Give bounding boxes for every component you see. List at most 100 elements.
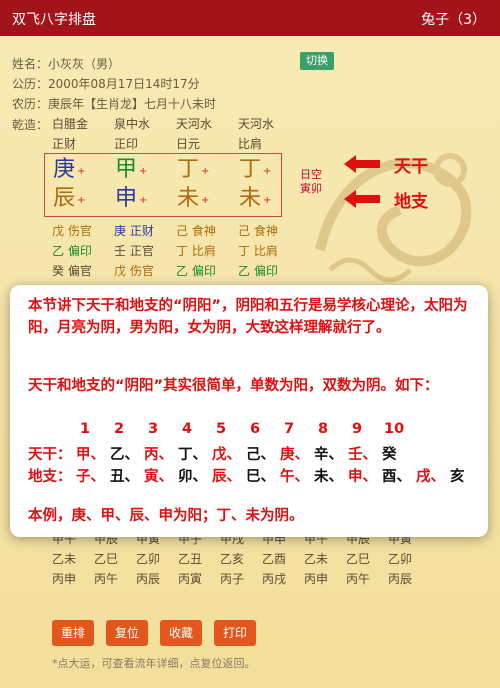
dizhi-item: 酉、 <box>382 469 411 485</box>
hidden-stem: 己 食神 <box>176 224 216 238</box>
kongwang-line1: 日空 <box>300 168 322 181</box>
dayun-cell[interactable]: 乙丑 <box>178 550 220 567</box>
number-5: 5 <box>216 421 227 437</box>
dayun-cell[interactable]: 丙辰 <box>388 570 430 587</box>
tiangan-item: 庚、 <box>280 447 309 463</box>
dizhi-item: 子、 <box>76 469 105 485</box>
dizhi-item: 寅、 <box>144 469 173 485</box>
hidden-stem: 乙 偏印 <box>238 264 278 278</box>
nayin-day: 天河水 <box>176 117 213 131</box>
dayun-cell[interactable]: 丙申 <box>52 570 94 587</box>
hidden-stem: 乙 偏印 <box>52 244 92 258</box>
hidden-stem: 壬 正官 <box>114 244 154 258</box>
switch-button[interactable]: 切换 <box>300 52 334 70</box>
dizhi-item: 申、 <box>348 469 377 485</box>
hidden-stem: 庚 正财 <box>114 224 154 238</box>
tiangan-item: 己、 <box>246 447 275 463</box>
tiangan-item: 丙、 <box>144 447 173 463</box>
dayun-cell[interactable]: 丙申 <box>304 570 346 587</box>
number-9: 9 <box>352 421 363 437</box>
kongwang-note: 日空 寅卯 <box>300 168 322 196</box>
dayun-cell[interactable]: 丙午 <box>346 570 388 587</box>
hidden-stem: 戊 伤官 <box>52 224 92 238</box>
dizhi-item: 辰、 <box>212 469 241 485</box>
stem-year[interactable]: 庚 + <box>53 157 85 187</box>
dizhi-annotation: 地支 <box>394 192 428 212</box>
number-6: 6 <box>250 421 261 437</box>
footnote: *点大运，可查看流年详细，点复位返回。 <box>52 657 256 670</box>
qianzao-label: 乾造： <box>12 118 49 132</box>
tiangan-item: 辛、 <box>314 447 343 463</box>
name-line: 姓名：小灰灰（男） <box>12 57 121 71</box>
dizhi-label: 地支： <box>28 469 72 485</box>
tiangan-item: 甲、 <box>76 447 105 463</box>
number-7: 7 <box>284 421 295 437</box>
dizhi-item: 丑、 <box>110 469 139 485</box>
tiangan-item: 乙、 <box>110 447 139 463</box>
save-button[interactable]: 收藏 <box>160 620 202 646</box>
lunar-date: 农历：庚辰年【生肖龙】七月十八未时 <box>12 97 217 111</box>
print-button[interactable]: 打印 <box>214 620 256 646</box>
hidden-stem: 癸 偏官 <box>52 264 92 278</box>
shishen-day: 日元 <box>176 137 201 151</box>
branch-month[interactable]: 申 + <box>115 186 147 216</box>
tiangan-item: 癸 <box>382 447 397 463</box>
number-1: 1 <box>80 421 91 437</box>
four-pillars-box: 庚 + 甲 + 丁 + 丁 + 辰 + 申 + 未 + 未 + <box>44 153 282 217</box>
stem-day[interactable]: 丁 + <box>177 157 209 187</box>
number-4: 4 <box>182 421 193 437</box>
number-10: 10 <box>384 421 405 437</box>
dayun-cell[interactable]: 乙卯 <box>136 550 178 567</box>
nayin-month: 泉中水 <box>114 117 151 131</box>
hidden-stem: 戊 伤官 <box>114 264 154 278</box>
user-label[interactable]: 兔子（3） <box>421 9 486 29</box>
dizhi-item: 戌、 <box>416 469 445 485</box>
reset-button[interactable]: 重排 <box>52 620 94 646</box>
solar-date: 公历：2000年08月17日14时17分 <box>12 77 200 91</box>
nayin-year: 白腊金 <box>52 117 89 131</box>
hidden-stem: 丁 比肩 <box>176 244 216 258</box>
number-2: 2 <box>114 421 125 437</box>
hidden-stem: 乙 偏印 <box>176 264 216 278</box>
dayun-cell[interactable]: 丙午 <box>94 570 136 587</box>
dayun-cell[interactable]: 丙辰 <box>136 570 178 587</box>
dayun-cell[interactable]: 丙子 <box>220 570 262 587</box>
shishen-hour: 比肩 <box>238 137 263 151</box>
dayun-cell[interactable]: 丙戌 <box>262 570 304 587</box>
stem-hour[interactable]: 丁 + <box>239 157 271 187</box>
dayun-cell[interactable]: 乙未 <box>304 550 346 567</box>
hidden-stem: 丁 比肩 <box>238 244 278 258</box>
app-title: 双飞八字排盘 <box>12 12 96 28</box>
explanation-popup: 本节讲下天干和地支的“阴阳”，阴阳和五行是易学核心理论，太阳为阳，月亮为阴，男为… <box>10 285 488 537</box>
branch-year[interactable]: 辰 + <box>53 186 85 216</box>
title-bar: 双飞八字排盘 兔子（3） <box>0 0 500 36</box>
kongwang-line2: 寅卯 <box>300 182 322 195</box>
dizhi-item: 巳、 <box>246 469 275 485</box>
popup-paragraph-2: 天干和地支的“阴阳”其实很简单，单数为阳，双数为阴。如下： <box>28 378 439 394</box>
number-3: 3 <box>148 421 159 437</box>
hidden-stem: 己 食神 <box>238 224 278 238</box>
tiangan-item: 丁、 <box>178 447 207 463</box>
dizhi-item: 卯、 <box>178 469 207 485</box>
tiangan-annotation: 天干 <box>394 157 428 177</box>
tiangan-item: 壬、 <box>348 447 377 463</box>
restore-button[interactable]: 复位 <box>106 620 148 646</box>
branch-day[interactable]: 未 + <box>177 186 209 216</box>
dayun-cell[interactable]: 乙未 <box>52 550 94 567</box>
stem-month[interactable]: 甲 + <box>115 157 147 187</box>
dayun-cell[interactable]: 乙酉 <box>262 550 304 567</box>
dayun-cell[interactable]: 乙巳 <box>346 550 388 567</box>
dayun-cell[interactable]: 丙寅 <box>178 570 220 587</box>
arrow-left-icon <box>344 190 380 208</box>
dayun-cell[interactable]: 乙卯 <box>388 550 430 567</box>
dayun-cell[interactable]: 乙巳 <box>94 550 136 567</box>
dizhi-item: 亥 <box>450 469 465 485</box>
dizhi-item: 未、 <box>314 469 343 485</box>
branch-hour[interactable]: 未 + <box>239 186 271 216</box>
dizhi-item: 午、 <box>280 469 309 485</box>
tiangan-label: 天干： <box>28 447 72 463</box>
dayun-cell[interactable]: 乙亥 <box>220 550 262 567</box>
tiangan-item: 戊、 <box>212 447 241 463</box>
arrow-left-icon <box>344 155 380 173</box>
nayin-hour: 天河水 <box>238 117 275 131</box>
